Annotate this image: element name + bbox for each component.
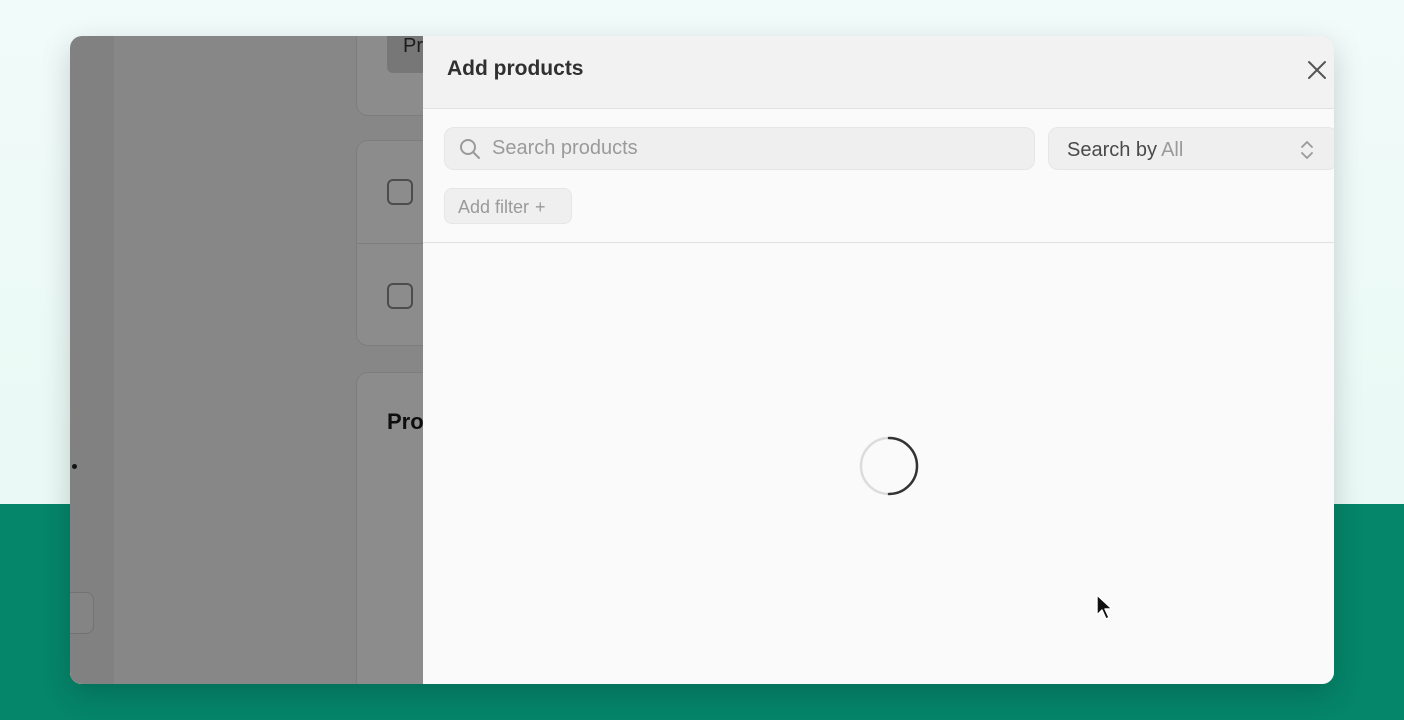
close-button[interactable] xyxy=(1303,56,1331,84)
plus-icon: + xyxy=(535,197,546,217)
add-filter-button[interactable]: Add filter + xyxy=(444,188,572,224)
search-icon xyxy=(460,139,480,159)
add-products-modal: Add products Search byAll Add filter+ xyxy=(423,36,1334,684)
mouse-cursor-icon xyxy=(1096,594,1113,620)
chevron-updown-icon xyxy=(1301,141,1313,159)
loading-spinner-icon xyxy=(859,436,919,496)
search-field[interactable] xyxy=(444,127,1035,170)
app-window: Pr Pro Add products Search products Sear… xyxy=(70,36,1334,684)
search-input[interactable] xyxy=(492,128,1022,169)
search-by-label: Search by xyxy=(1067,139,1158,161)
add-filter-label: Add filter xyxy=(458,197,530,217)
search-by-select[interactable]: Search by All xyxy=(1048,127,1334,170)
close-icon xyxy=(1308,61,1326,79)
modal-title: Add products xyxy=(447,57,584,80)
search-by-value: All xyxy=(1161,139,1184,161)
filter-divider xyxy=(423,242,1334,243)
modal-header: Add products xyxy=(423,36,1334,109)
